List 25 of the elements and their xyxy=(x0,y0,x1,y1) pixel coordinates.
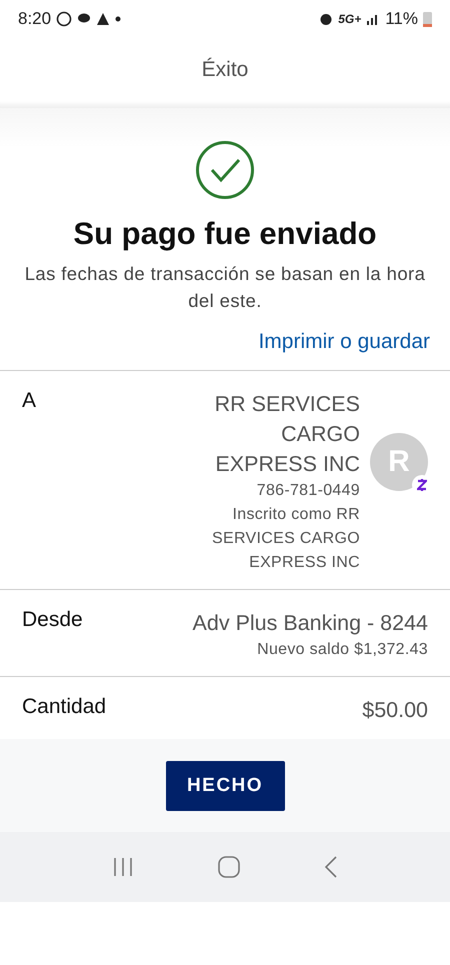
detail-subtext: Inscrito como RR SERVICES CARGO EXPRESS INC xyxy=(211,505,360,573)
battery-percent: 11% xyxy=(385,9,418,29)
confirmation-note: Las fechas de transacción se basan en la hora del este. xyxy=(24,262,426,313)
zelle-icon xyxy=(417,478,427,492)
detail-value: RR SERVICES CARGO EXPRESS INC xyxy=(214,391,360,478)
screen-title: Éxito xyxy=(202,58,248,81)
status-time: 8:20 xyxy=(18,9,52,29)
done-button[interactable]: HECHO xyxy=(166,760,284,810)
print-save-link[interactable]: Imprimir o guardar xyxy=(258,330,430,370)
detail-label: Cantidad xyxy=(22,695,108,720)
detail-subtext: Nuevo saldo $1,372.43 xyxy=(257,640,428,660)
checkmark-icon xyxy=(195,140,255,200)
detail-value: $50.00 xyxy=(362,697,428,724)
detail-value: Adv Plus Banking - 8244 xyxy=(192,610,428,637)
confirmation-title: Su pago fue enviado xyxy=(73,216,377,252)
recent-apps-icon[interactable] xyxy=(112,857,134,877)
network-label: 5G+ xyxy=(338,12,362,26)
back-icon[interactable] xyxy=(324,856,338,878)
detail-label: Desde xyxy=(22,608,84,633)
battery-icon xyxy=(423,11,432,27)
detail-label: A xyxy=(22,389,38,414)
dot-icon xyxy=(115,16,122,22)
home-icon[interactable] xyxy=(218,856,240,878)
alert-icon xyxy=(96,12,110,26)
detail-subtext: 786-781-0449 xyxy=(256,481,360,501)
